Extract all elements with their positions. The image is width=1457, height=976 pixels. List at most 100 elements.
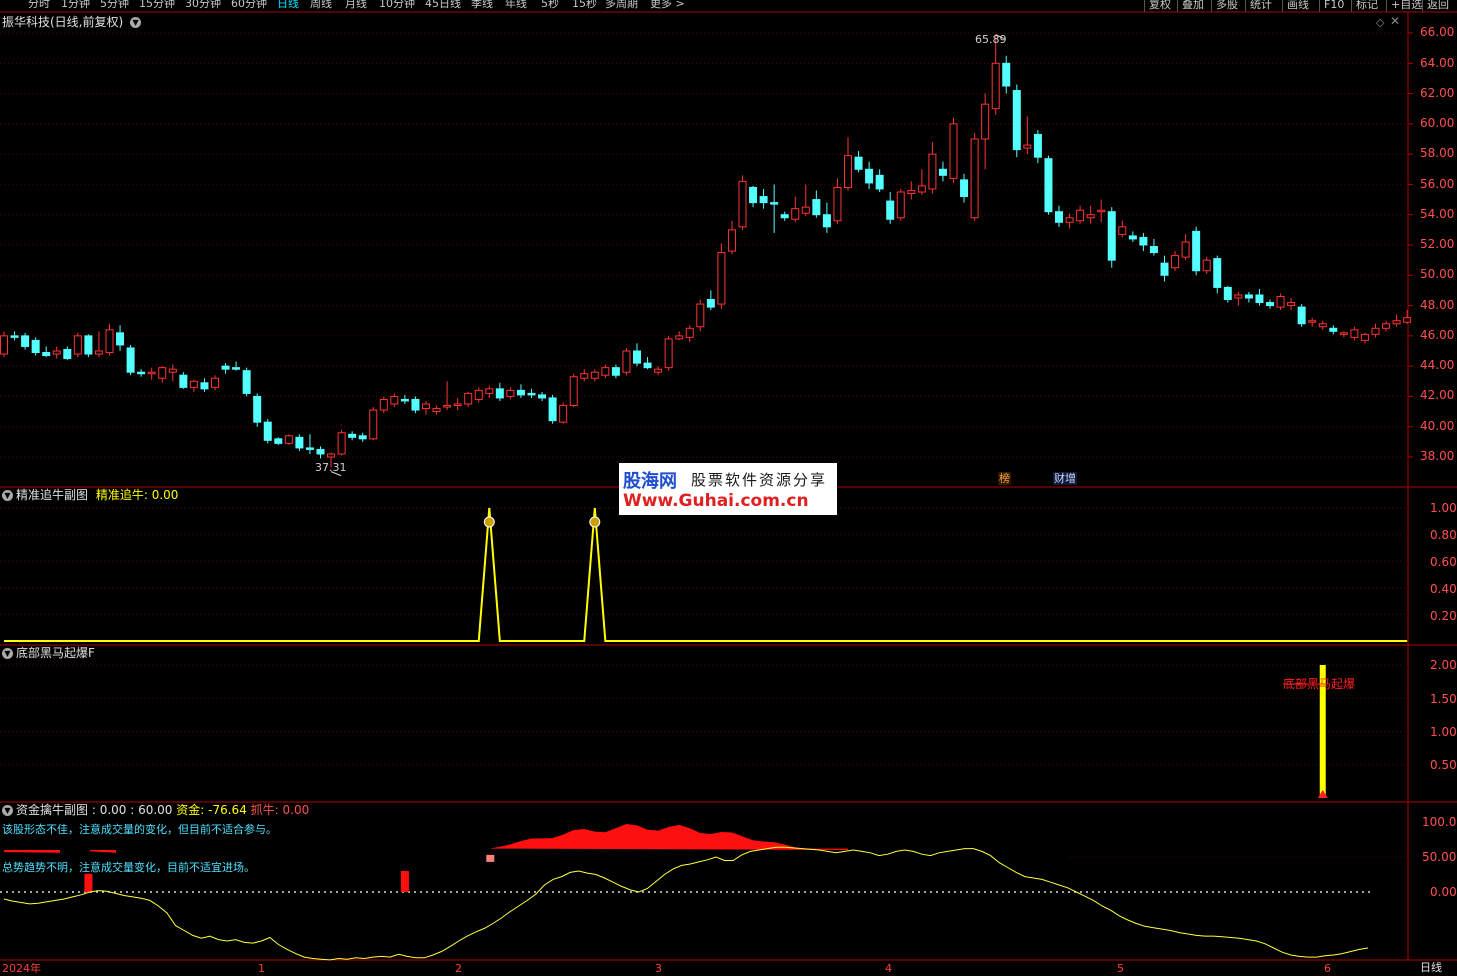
candlestick-series	[0, 34, 1412, 468]
y-tick: 0.50	[1430, 758, 1457, 772]
candle-body	[1318, 323, 1327, 328]
candle-body	[907, 189, 916, 195]
candle-body	[538, 394, 547, 399]
candle-body	[1055, 211, 1063, 223]
y-tick: 2.00	[1430, 658, 1457, 672]
candle-body	[432, 408, 441, 413]
candle-body	[622, 350, 631, 373]
chevron-down-icon[interactable]: ▼	[130, 17, 142, 28]
y-tick: 54.00	[1420, 207, 1455, 221]
candle-body	[770, 202, 779, 205]
candle-body	[917, 185, 926, 193]
chevron-down-icon[interactable]: ▼	[2, 805, 13, 816]
candle-body	[1171, 255, 1180, 269]
y-tick: 1.00	[1430, 501, 1457, 515]
candle-body	[1118, 226, 1127, 235]
panel2-signal-polyline	[4, 507, 1408, 642]
candle-body	[643, 362, 652, 369]
candle-body	[21, 335, 30, 347]
panel4-bar	[400, 871, 409, 892]
candle-body	[1392, 320, 1401, 325]
y-tick: 46.00	[1420, 328, 1455, 342]
candle-body	[1128, 235, 1137, 240]
candle-body	[970, 138, 979, 219]
candle-body	[221, 365, 230, 370]
candle-body	[1255, 294, 1264, 304]
candle-body	[337, 432, 346, 455]
candle-body	[949, 123, 958, 179]
candle-body	[1107, 211, 1116, 261]
candle-body	[10, 335, 19, 338]
candle-body	[200, 382, 209, 390]
candle-body	[1044, 158, 1053, 213]
candle-body	[854, 156, 863, 170]
candle-body	[0, 335, 8, 355]
candle-body	[295, 436, 304, 449]
event-tag-rank[interactable]: 榜	[998, 472, 1011, 485]
x-tick: 1	[258, 962, 265, 975]
candle-body	[580, 373, 589, 379]
close-icon[interactable]: ✕	[1390, 14, 1400, 28]
y-tick: 100.0	[1422, 815, 1457, 829]
candle-body	[105, 329, 114, 354]
panel4-pink-block	[486, 854, 495, 862]
candle-body	[189, 380, 198, 388]
candle-body	[242, 370, 251, 394]
period-indicator[interactable]: 日线	[1420, 962, 1442, 974]
candle-body	[1033, 133, 1042, 158]
panel4-red-area	[489, 823, 848, 850]
watermark-site-name: 股海网	[623, 471, 677, 492]
candle-body	[1012, 90, 1021, 151]
candle-body	[116, 332, 125, 346]
candle-body	[411, 398, 420, 411]
candle-body	[601, 367, 610, 376]
candle-body	[696, 303, 705, 328]
candle-body	[991, 62, 1000, 110]
candle-body	[390, 395, 399, 405]
x-tick: 3	[655, 962, 662, 975]
settings-diamond-icon[interactable]: ◇	[1376, 16, 1384, 29]
candle-body	[1149, 246, 1158, 254]
watermark-banner: 股海网 股票软件资源分享 Www.Guhai.com.cn	[619, 463, 837, 515]
watermark-url: Www.Guhai.com.cn	[623, 491, 809, 511]
candle-body	[274, 438, 283, 444]
panel4-values: : 0.00 : 60.00	[91, 803, 173, 817]
candle-body	[1350, 329, 1359, 338]
candle-body	[1276, 295, 1285, 308]
panel4-bar	[84, 873, 93, 892]
candle-body	[126, 347, 135, 373]
x-tick: 5	[1117, 962, 1124, 975]
candle-body	[717, 252, 726, 305]
candle-body	[168, 368, 177, 373]
candle-body	[738, 180, 747, 228]
event-tag-finance[interactable]: 财增	[1053, 472, 1077, 485]
candle-body	[495, 388, 504, 399]
y-tick: 50.00	[1420, 267, 1455, 281]
candle-body	[981, 103, 990, 140]
candle-body	[1287, 302, 1296, 307]
panel4-fund-value: 资金: -76.64	[176, 803, 247, 817]
candle-body	[305, 447, 314, 450]
candle-body	[801, 206, 810, 214]
candle-body	[1244, 294, 1253, 299]
candle-body	[1065, 217, 1074, 223]
candle-body	[263, 421, 272, 441]
candle-body	[211, 377, 219, 388]
chevron-down-icon[interactable]: ▼	[2, 648, 13, 659]
chevron-down-icon[interactable]: ▼	[2, 490, 13, 501]
candle-body	[896, 191, 905, 219]
candle-body	[232, 367, 241, 370]
panel4-red-strip-left2	[90, 850, 116, 853]
panel4-series	[0, 823, 1408, 961]
candle-body	[938, 168, 947, 176]
y-tick: 60.00	[1420, 116, 1455, 130]
candle-body	[1371, 327, 1380, 335]
candle-body	[1097, 209, 1106, 213]
candle-body	[443, 405, 452, 408]
candle-body	[928, 153, 937, 190]
y-tick: 1.00	[1430, 725, 1457, 739]
candle-body	[284, 435, 293, 444]
candle-body	[822, 214, 831, 228]
panel4-grab-value: 抓牛: 0.00	[250, 803, 310, 817]
candle-body	[73, 335, 82, 355]
